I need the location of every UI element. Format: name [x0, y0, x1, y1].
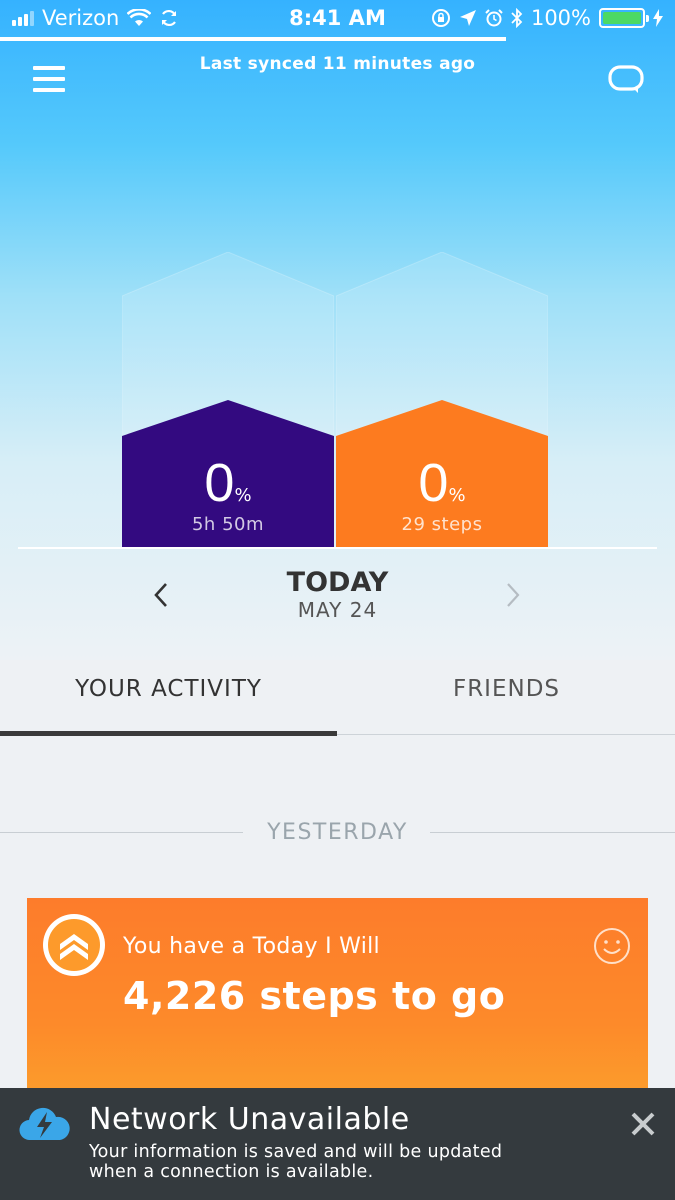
tab-bar: YOUR ACTIVITY FRIENDS	[0, 660, 675, 738]
orientation-lock-icon	[431, 9, 450, 27]
date-label: MAY 24	[297, 598, 378, 622]
toast-message: Your information is saved and will be up…	[89, 1142, 503, 1182]
smiley-icon[interactable]	[592, 926, 632, 966]
cell-signal-icon	[12, 10, 34, 26]
daily-goals: 0% 5h 50m 0% 29 steps	[122, 252, 548, 548]
active-tab-indicator	[0, 731, 337, 736]
network-unavailable-toast: Network Unavailable Your information is …	[0, 1088, 675, 1200]
date-navigator: TODAY MAY 24	[0, 565, 675, 625]
tab-your-activity[interactable]: YOUR ACTIVITY	[0, 660, 337, 734]
steps-percent: 0%	[418, 453, 466, 513]
badge	[43, 914, 105, 976]
double-chevron-up-icon	[44, 915, 104, 975]
section-rule-right	[430, 832, 675, 833]
sleep-duration: 5h 50m	[191, 514, 265, 535]
close-icon[interactable]	[629, 1110, 657, 1138]
date-title: TODAY	[286, 567, 389, 598]
charging-bolt-icon	[653, 9, 663, 27]
steps-count: 29 steps	[401, 514, 483, 535]
status-bar: Verizon 8:41 AM 100%	[0, 0, 675, 40]
chat-bubble-icon[interactable]	[607, 64, 645, 94]
alarm-icon	[485, 9, 503, 27]
cloud-lightning-icon	[19, 1107, 70, 1141]
sleep-percent: 0%	[204, 453, 252, 513]
sync-icon	[162, 9, 177, 27]
goals-baseline	[18, 547, 657, 549]
tab-divider	[337, 734, 675, 735]
status-bar-left: Verizon	[12, 6, 179, 30]
status-bar-right: 100%	[431, 6, 663, 30]
card-title: You have a Today I Will	[123, 934, 380, 959]
toast-title: Network Unavailable	[89, 1102, 410, 1137]
wifi-icon	[127, 9, 152, 26]
location-arrow-icon	[459, 10, 476, 26]
sync-progress-bar	[0, 37, 506, 41]
sleep-goal[interactable]: 0% 5h 50m	[122, 252, 334, 548]
battery-icon	[599, 8, 649, 28]
tab-friends[interactable]: FRIENDS	[338, 660, 675, 734]
app-header: Last synced 11 minutes ago	[0, 44, 675, 104]
bluetooth-icon	[511, 8, 523, 28]
card-headline: 4,226 steps to go	[123, 974, 506, 1018]
last-synced-text: Last synced 11 minutes ago	[199, 54, 476, 74]
steps-goal[interactable]: 0% 29 steps	[336, 252, 548, 548]
chevron-right-icon[interactable]	[498, 579, 526, 611]
feed-section-header: YESTERDAY	[0, 812, 675, 852]
battery-percent: 100%	[530, 6, 591, 30]
carrier-name: Verizon	[42, 6, 120, 30]
today-i-will-card[interactable]: You have a Today I Will 4,226 steps to g…	[27, 898, 648, 1108]
